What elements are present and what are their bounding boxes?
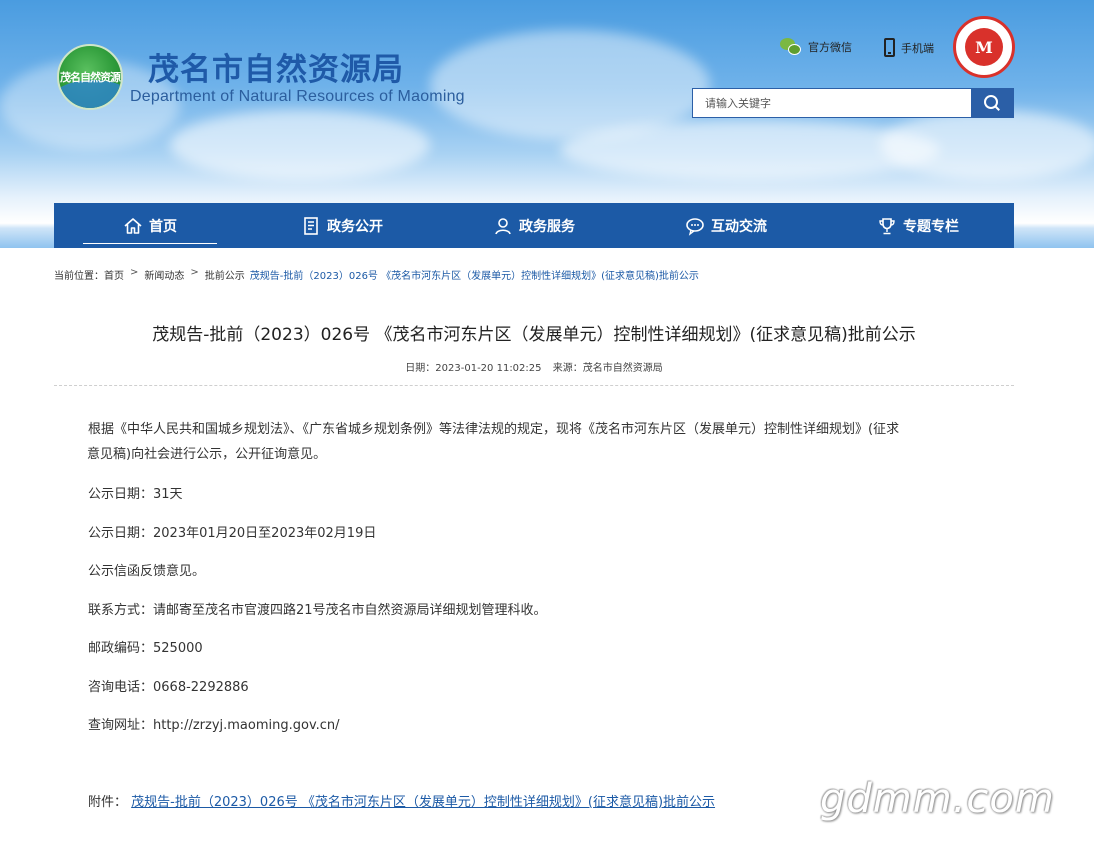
nav-label: 政务服务 <box>519 218 575 235</box>
breadcrumb: 当前位置： 首页 > 新闻动态 > 批前公示 茂规告-批前（2023）026号 … <box>54 267 699 282</box>
site-subtitle: Department of Natural Resources of Maomi… <box>130 88 465 105</box>
attachment: 附件： 茂规告-批前（2023）026号 《茂名市河东片区（发展单元）控制性详细… <box>88 791 715 810</box>
article-source: 来源：茂名市自然资源局 <box>552 363 663 374</box>
mobile-link[interactable]: 手机端 <box>884 38 934 57</box>
intro-line-2: 意见稿)向社会进行公示，公开征询意见。 <box>87 447 327 462</box>
nav-label: 专题专栏 <box>903 218 959 235</box>
home-icon <box>123 216 143 236</box>
site-logo[interactable]: 茂名自然资源 <box>57 44 123 110</box>
breadcrumb-separator: > <box>190 267 199 278</box>
breadcrumb-separator: > <box>130 267 139 278</box>
nav-item-special-topics[interactable]: 专题专栏 <box>822 203 1014 248</box>
breadcrumb-item-pre-approval[interactable]: 批前公示 <box>205 267 245 282</box>
document-icon <box>301 216 321 236</box>
logo-text: 茂名自然资源 <box>60 71 121 84</box>
search-input[interactable] <box>693 89 971 117</box>
article-date: 日期：2023-01-20 11:02:25 <box>405 363 542 374</box>
nav-label: 首页 <box>149 218 177 235</box>
nav-item-interaction[interactable]: 互动交流 <box>630 203 822 248</box>
emblem-mark: M <box>965 28 1003 66</box>
search-icon <box>984 95 1000 111</box>
body-line-feedback: 公示信函反馈意见。 <box>88 564 206 579</box>
nav-item-government-affairs[interactable]: 政务公开 <box>246 203 438 248</box>
search-button[interactable] <box>971 89 1013 117</box>
attachment-label: 附件： <box>88 795 128 810</box>
divider <box>54 385 1014 386</box>
main-nav: 首页 政务公开 政务服务 互动交流 专题专栏 <box>54 203 1014 248</box>
site-title[interactable]: 茂名市自然资源局 <box>148 44 404 89</box>
header-cloud <box>170 110 430 180</box>
phone-icon <box>884 38 895 57</box>
body-line-dates: 公示日期：2023年01月20日至2023年02月19日 <box>88 526 377 541</box>
wechat-link[interactable]: 官方微信 <box>780 38 852 56</box>
intro-line-1: 根据《中华人民共和国城乡规划法》、《广东省城乡规划条例》等法律法规的规定，现将《… <box>88 422 900 437</box>
city-emblem: M <box>953 16 1015 78</box>
user-service-icon <box>493 216 513 236</box>
trophy-icon <box>877 216 897 236</box>
watermark: gdmm.com <box>820 776 1055 822</box>
body-line-duration: 公示日期：31天 <box>88 487 183 502</box>
nav-label: 政务公开 <box>327 218 383 235</box>
breadcrumb-current[interactable]: 茂规告-批前（2023）026号 《茂名市河东片区（发展单元）控制性详细规划》(… <box>250 267 699 282</box>
header-cloud <box>880 110 1094 180</box>
body-line-phone: 咨询电话：0668-2292886 <box>88 680 249 695</box>
search-box <box>692 88 1014 118</box>
article-title: 茂规告-批前（2023）026号 《茂名市河东片区（发展单元）控制性详细规划》(… <box>152 325 916 345</box>
wechat-label: 官方微信 <box>808 41 852 54</box>
body-line-postcode: 邮政编码：525000 <box>88 641 203 656</box>
breadcrumb-item-news[interactable]: 新闻动态 <box>144 267 184 282</box>
nav-item-government-services[interactable]: 政务服务 <box>438 203 630 248</box>
article-meta: 日期：2023-01-20 11:02:25 来源：茂名市自然资源局 <box>0 359 1068 374</box>
body-line-website: 查询网址：http://zrzyj.maoming.gov.cn/ <box>88 718 340 733</box>
mobile-label: 手机端 <box>901 41 934 55</box>
attachment-link[interactable]: 茂规告-批前（2023）026号 《茂名市河东片区（发展单元）控制性详细规划》(… <box>131 795 715 810</box>
breadcrumb-prefix: 当前位置： <box>54 271 104 282</box>
body-line-contact: 联系方式：请邮寄至茂名市官渡四路21号茂名市自然资源局详细规划管理科收。 <box>88 603 547 618</box>
nav-label: 互动交流 <box>711 218 767 235</box>
nav-item-home[interactable]: 首页 <box>54 203 246 248</box>
wechat-icon <box>780 38 802 56</box>
chat-icon <box>685 216 705 236</box>
breadcrumb-item-home[interactable]: 首页 <box>104 267 124 282</box>
